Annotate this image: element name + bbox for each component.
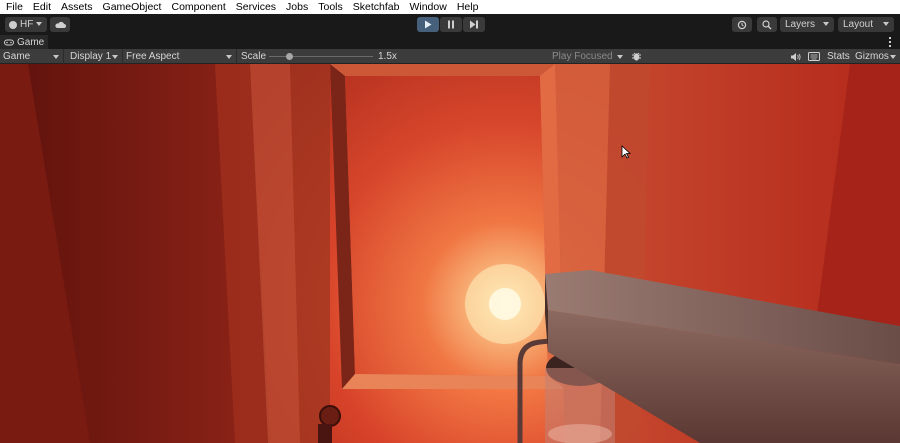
- gizmos-dropdown[interactable]: Gizmos: [852, 49, 900, 64]
- scale-value: 1.5x: [378, 51, 397, 62]
- chevron-down-icon: [617, 55, 623, 59]
- display-label: Display 1: [70, 51, 112, 62]
- stats-button[interactable]: Stats: [827, 49, 850, 64]
- game-controller-icon: [4, 39, 14, 45]
- menu-window[interactable]: Window: [409, 0, 446, 14]
- keyboard-icon: [808, 52, 820, 61]
- tab-strip: Game: [0, 35, 900, 49]
- search-icon: [762, 19, 772, 29]
- more-options-icon[interactable]: [889, 37, 892, 47]
- play-icon: [425, 20, 432, 29]
- speaker-icon: [791, 52, 801, 61]
- layers-dropdown[interactable]: Layers: [780, 17, 834, 32]
- layers-label: Layers: [785, 19, 816, 30]
- display-dropdown[interactable]: Display 1: [67, 49, 123, 64]
- layout-label: Layout: [843, 19, 874, 30]
- game-viewport[interactable]: [0, 64, 900, 443]
- menu-services[interactable]: Services: [236, 0, 276, 14]
- account-icon: [9, 20, 17, 29]
- tab-game[interactable]: Game: [0, 35, 48, 49]
- menu-help[interactable]: Help: [457, 0, 479, 14]
- audio-mute-button[interactable]: [790, 51, 802, 62]
- account-label: HF: [20, 19, 34, 30]
- menu-file[interactable]: File: [6, 0, 23, 14]
- menu-sketchfab[interactable]: Sketchfab: [353, 0, 400, 14]
- bug-icon: [631, 52, 641, 61]
- mouse-cursor-icon: [621, 145, 631, 159]
- chevron-down-icon: [53, 55, 59, 59]
- pause-button[interactable]: [440, 17, 462, 32]
- cloud-button[interactable]: [50, 17, 70, 32]
- scale-slider-track[interactable]: [269, 56, 373, 57]
- menu-gameobject[interactable]: GameObject: [103, 0, 162, 14]
- layout-dropdown[interactable]: Layout: [838, 17, 894, 32]
- cloud-icon: [55, 21, 66, 28]
- scale-label: Scale: [241, 51, 267, 62]
- account-dropdown[interactable]: HF: [5, 17, 47, 32]
- menu-assets[interactable]: Assets: [61, 0, 93, 14]
- menu-bar: File Edit Assets GameObject Component Se…: [0, 0, 900, 14]
- menu-tools[interactable]: Tools: [318, 0, 343, 14]
- aspect-label: Free Aspect: [126, 51, 180, 62]
- chevron-down-icon: [112, 55, 118, 59]
- chevron-down-icon: [226, 55, 232, 59]
- aspect-dropdown[interactable]: Free Aspect: [123, 49, 237, 64]
- step-button[interactable]: [463, 17, 485, 32]
- chevron-down-icon: [890, 55, 896, 59]
- view-mode-label: Game: [3, 51, 31, 62]
- chevron-down-icon: [36, 22, 42, 26]
- main-toolbar: HF Layers Layout: [0, 14, 900, 35]
- play-mode-label: Play Focused: [552, 51, 613, 62]
- search-button[interactable]: [757, 17, 777, 32]
- chevron-down-icon: [883, 22, 889, 26]
- play-mode-dropdown[interactable]: Play Focused: [549, 49, 627, 64]
- pause-icon: [448, 20, 454, 29]
- menu-edit[interactable]: Edit: [33, 0, 51, 14]
- menu-component[interactable]: Component: [171, 0, 225, 14]
- tab-game-label: Game: [17, 36, 45, 48]
- game-view-controls: Game Display 1 Free Aspect Scale 1.5x Pl…: [0, 49, 900, 64]
- bug-button[interactable]: [630, 51, 642, 62]
- scale-slider-thumb[interactable]: [286, 53, 294, 60]
- gizmos-label: Gizmos: [855, 51, 889, 62]
- play-button[interactable]: [417, 17, 439, 32]
- history-button[interactable]: [732, 17, 752, 32]
- chevron-down-icon: [823, 22, 829, 26]
- view-mode-dropdown[interactable]: Game: [0, 49, 64, 64]
- menu-jobs[interactable]: Jobs: [286, 0, 308, 14]
- game-scene: [0, 64, 900, 443]
- history-icon: [737, 20, 747, 29]
- step-icon: [470, 20, 478, 29]
- stats-toggle-icon-button[interactable]: [808, 51, 820, 62]
